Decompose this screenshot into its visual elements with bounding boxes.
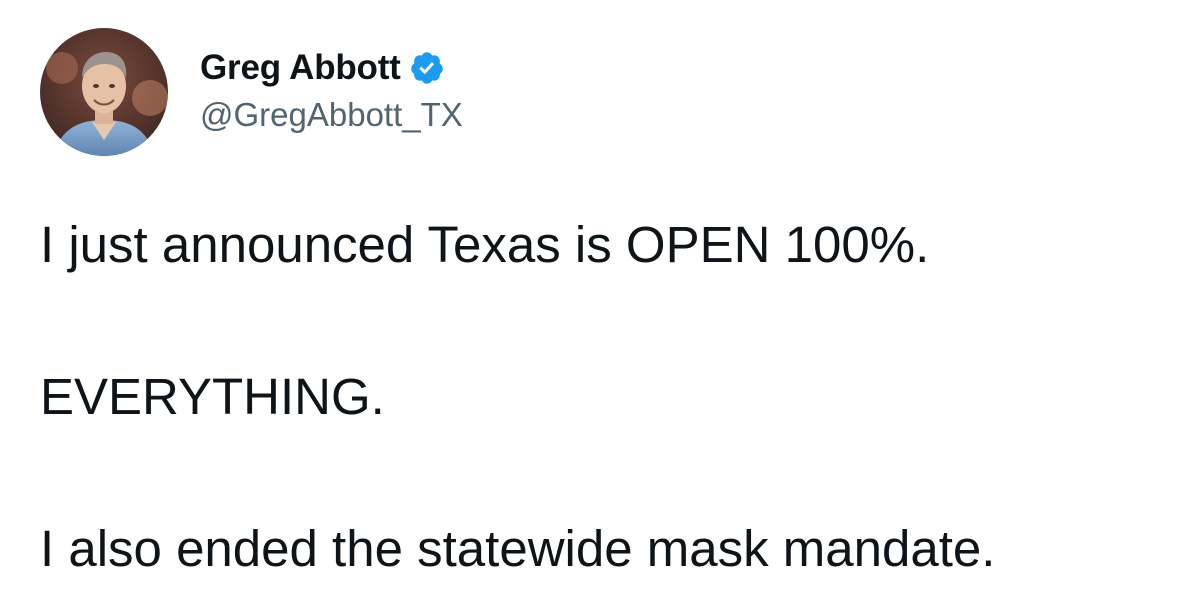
avatar-photo-icon xyxy=(40,28,168,156)
tweet-paragraph: I also ended the statewide mask mandate. xyxy=(40,520,996,577)
avatar[interactable] xyxy=(40,28,168,156)
name-row: Greg Abbott xyxy=(200,46,463,90)
author-display-name[interactable]: Greg Abbott xyxy=(200,48,401,88)
tweet-header: Greg Abbott @GregAbbott_TX xyxy=(40,28,463,156)
tweet-paragraph: EVERYTHING. xyxy=(40,368,385,425)
tweet-paragraph: I just announced Texas is OPEN 100%. xyxy=(40,216,930,273)
verified-badge-icon xyxy=(409,50,445,86)
tweet-text: I just announced Texas is OPEN 100%. EVE… xyxy=(40,210,1180,584)
tweet-card: Greg Abbott @GregAbbott_TX I just announ… xyxy=(0,0,1200,608)
author-names: Greg Abbott @GregAbbott_TX xyxy=(200,46,463,134)
author-handle[interactable]: @GregAbbott_TX xyxy=(200,96,463,134)
